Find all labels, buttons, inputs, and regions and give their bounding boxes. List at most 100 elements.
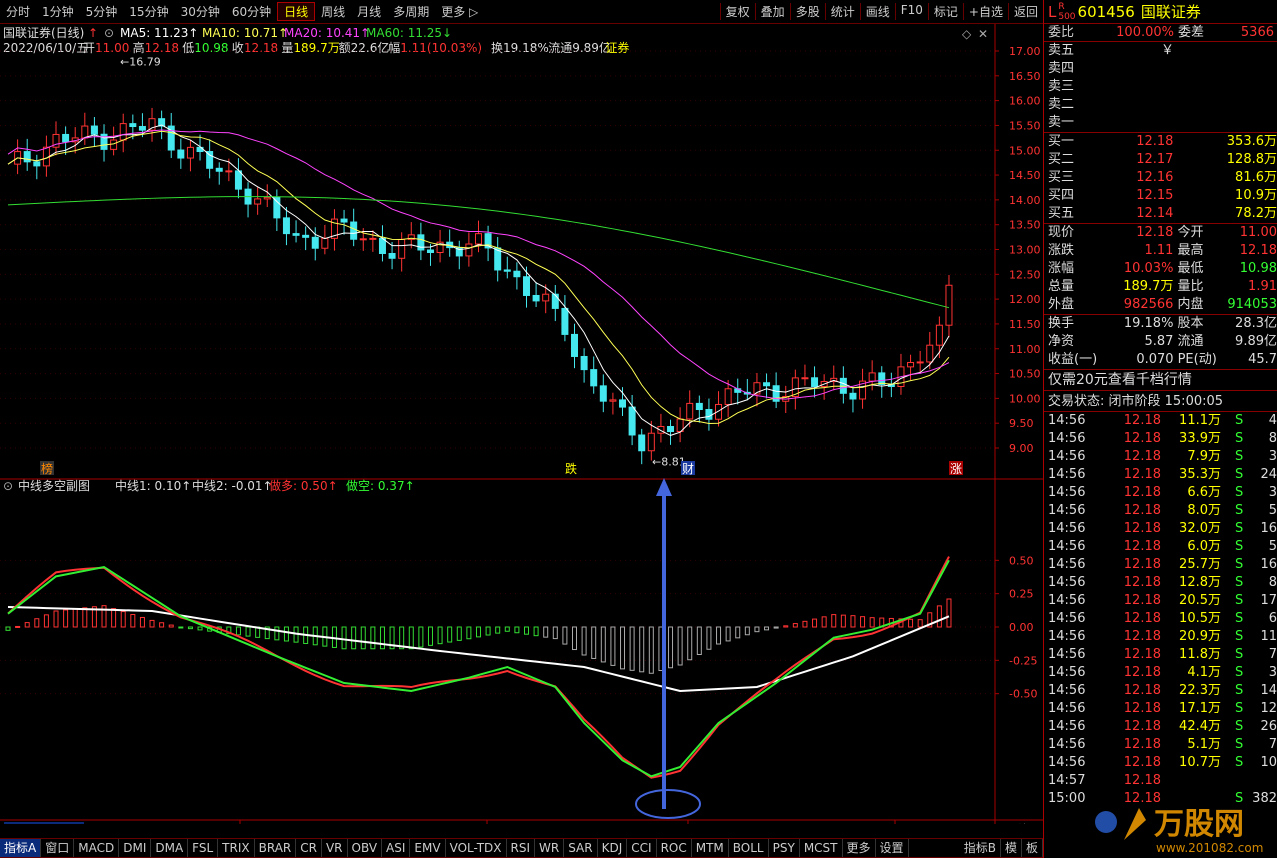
candle-body [465, 243, 473, 257]
toolbar-button-1[interactable]: 叠加 [754, 3, 790, 20]
indicator-tab-3[interactable]: DMI [119, 839, 152, 857]
indicator-tab-20[interactable]: MTM [692, 839, 729, 857]
period-tab-1[interactable]: 1分钟 [36, 3, 80, 20]
price-tick-label: 16.00 [1009, 95, 1041, 108]
tick-row: 14:56 12.18 8.0万 S 5 [1048, 503, 1277, 518]
tick-list[interactable]: 14:56 12.18 11.1万 S 4 14:56 12.18 33.9万 S 8 14:56 1… [1044, 412, 1277, 808]
indicator-tab-5[interactable]: FSL [188, 839, 219, 857]
stock-prefix: L [1048, 3, 1057, 21]
mark-mid[interactable]: 跌 [565, 461, 577, 476]
candle-body [206, 151, 214, 169]
indicator-tab-6[interactable]: TRIX [218, 839, 255, 857]
bottom-right-btn-1[interactable]: 模 [1001, 839, 1022, 857]
fund-row-2: 收益(一) 0.070 PE(动) 45.7 [1048, 352, 1277, 367]
histogram-bar [274, 626, 280, 641]
quote-row-1: 涨跌 1.11 最高 12.18 [1048, 243, 1277, 258]
toolbar-button-8[interactable]: 返回 [1007, 3, 1043, 20]
toolbar-button-6[interactable]: 标记 [927, 3, 963, 20]
histogram-bar [812, 618, 818, 628]
diamond-icon[interactable]: ◇ [962, 27, 972, 41]
indicator-tab-11[interactable]: ASI [382, 839, 411, 857]
indicator-tab-4[interactable]: DMA [151, 839, 189, 857]
indicator-tab-10[interactable]: OBV [348, 839, 383, 857]
toolbar-button-3[interactable]: 统计 [824, 3, 860, 20]
candle-body [81, 125, 89, 139]
candle-body [90, 125, 98, 135]
buy-row-1: 买二 12.17 128.8万 [1048, 152, 1277, 167]
indicator-tab-25[interactable]: 设置 [876, 839, 909, 857]
price-tick-label: 14.00 [1009, 194, 1041, 207]
indicator-tab-17[interactable]: KDJ [598, 839, 628, 857]
indicator-tab-24[interactable]: 更多 [843, 839, 876, 857]
indicator-tab-14[interactable]: RSI [507, 839, 536, 857]
period-tab-7[interactable]: 周线 [315, 3, 351, 20]
quote-row-0: 现价 12.18 今开 11.00 [1048, 225, 1277, 240]
indicator-tab-12[interactable]: EMV [410, 839, 446, 857]
period-tab-4[interactable]: 30分钟 [175, 3, 226, 20]
period-tab-0[interactable]: 分时 [0, 3, 36, 20]
histogram-bar [418, 626, 424, 648]
histogram-bar [764, 626, 770, 631]
settings-icon[interactable]: ⊙ [104, 26, 114, 40]
date-axis-period[interactable]: 日线 [1005, 823, 1029, 837]
candle-body [254, 198, 262, 205]
bottom-right-btn-2[interactable]: 板 [1022, 839, 1043, 857]
mark-cai[interactable]: 财 [682, 462, 694, 476]
mark-left[interactable]: 榜 [41, 461, 53, 476]
candle-body [724, 388, 732, 405]
histogram-bar [860, 616, 866, 628]
indicator-tab-18[interactable]: CCI [627, 839, 657, 857]
mark-right[interactable]: 涨 [950, 461, 962, 476]
tick-row: 14:56 12.18 6.0万 S 5 [1048, 539, 1277, 554]
tick-row: 14:56 12.18 11.1万 S 4 [1048, 413, 1277, 428]
candle-body [513, 270, 521, 278]
histogram-bar [120, 611, 126, 628]
histogram-bar [792, 623, 798, 628]
period-tab-5[interactable]: 60分钟 [226, 3, 277, 20]
toolbar-button-5[interactable]: F10 [894, 3, 928, 20]
info-item-8: 流通9.89亿 [548, 40, 611, 55]
toolbar-button-2[interactable]: 多股 [789, 3, 825, 20]
close-icon[interactable]: ✕ [978, 27, 988, 41]
indicator-tab-19[interactable]: ROC [657, 839, 692, 857]
indicator-tab-1[interactable]: 窗口 [41, 839, 75, 857]
indicator-tab-9[interactable]: VR [322, 839, 348, 857]
chart-area[interactable]: 国联证券(日线) ↑ ⊙ MA5: 11.23↑ MA10: 10.71↑ MA20: 1… [0, 24, 1043, 837]
indicator-tab-23[interactable]: MCST [800, 839, 843, 857]
period-tab-3[interactable]: 15分钟 [123, 3, 174, 20]
price-tick-label: 13.50 [1009, 219, 1041, 232]
period-tab-9[interactable]: 多周期 [387, 3, 435, 20]
notice-link[interactable]: 仅需20元查看千档行情 [1044, 370, 1277, 391]
candle-body [647, 432, 655, 452]
indicator-tab-0[interactable]: 指标A [0, 839, 42, 857]
histogram-bar [869, 617, 875, 628]
candle-body [388, 252, 396, 259]
histogram-bar [360, 626, 366, 650]
indicator-tab-16[interactable]: SAR [564, 839, 598, 857]
bottom-right-btn-0[interactable]: 指标B [960, 839, 1001, 857]
highlight-ellipse [635, 789, 701, 819]
toolbar-button-7[interactable]: +自选 [962, 3, 1008, 20]
histogram-bar [63, 609, 69, 628]
info-date: 2022/06/10/五 [3, 41, 88, 55]
candle-body [359, 238, 367, 241]
histogram-bar [562, 626, 568, 645]
period-tab-6[interactable]: 日线 [277, 2, 316, 21]
indicator-settings-icon[interactable]: ⊙ [3, 479, 13, 493]
period-tab-8[interactable]: 月线 [351, 3, 387, 20]
period-tab-10[interactable]: 更多 ▷ [435, 3, 484, 20]
indicator-tab-8[interactable]: CR [296, 839, 322, 857]
short-curve [7, 559, 950, 778]
toolbar-button-4[interactable]: 画线 [859, 3, 895, 20]
toolbar-button-0[interactable]: 复权 [719, 3, 755, 20]
indicator-tab-15[interactable]: WR [535, 839, 565, 857]
indicator-tab-7[interactable]: BRAR [255, 839, 297, 857]
indicator-tab-21[interactable]: BOLL [729, 839, 769, 857]
highlight-arrow-head [656, 478, 672, 496]
info-item-5: 额22.6亿 [339, 40, 390, 55]
period-tab-2[interactable]: 5分钟 [80, 3, 124, 20]
indicator-tab-2[interactable]: MACD [74, 839, 120, 857]
indicator-tab-13[interactable]: VOL-TDX [446, 839, 507, 857]
kline-chart-svg[interactable]: 国联证券(日线) ↑ ⊙ MA5: 11.23↑ MA10: 10.71↑MA20: 1… [0, 24, 1043, 837]
indicator-tab-22[interactable]: PSY [769, 839, 800, 857]
